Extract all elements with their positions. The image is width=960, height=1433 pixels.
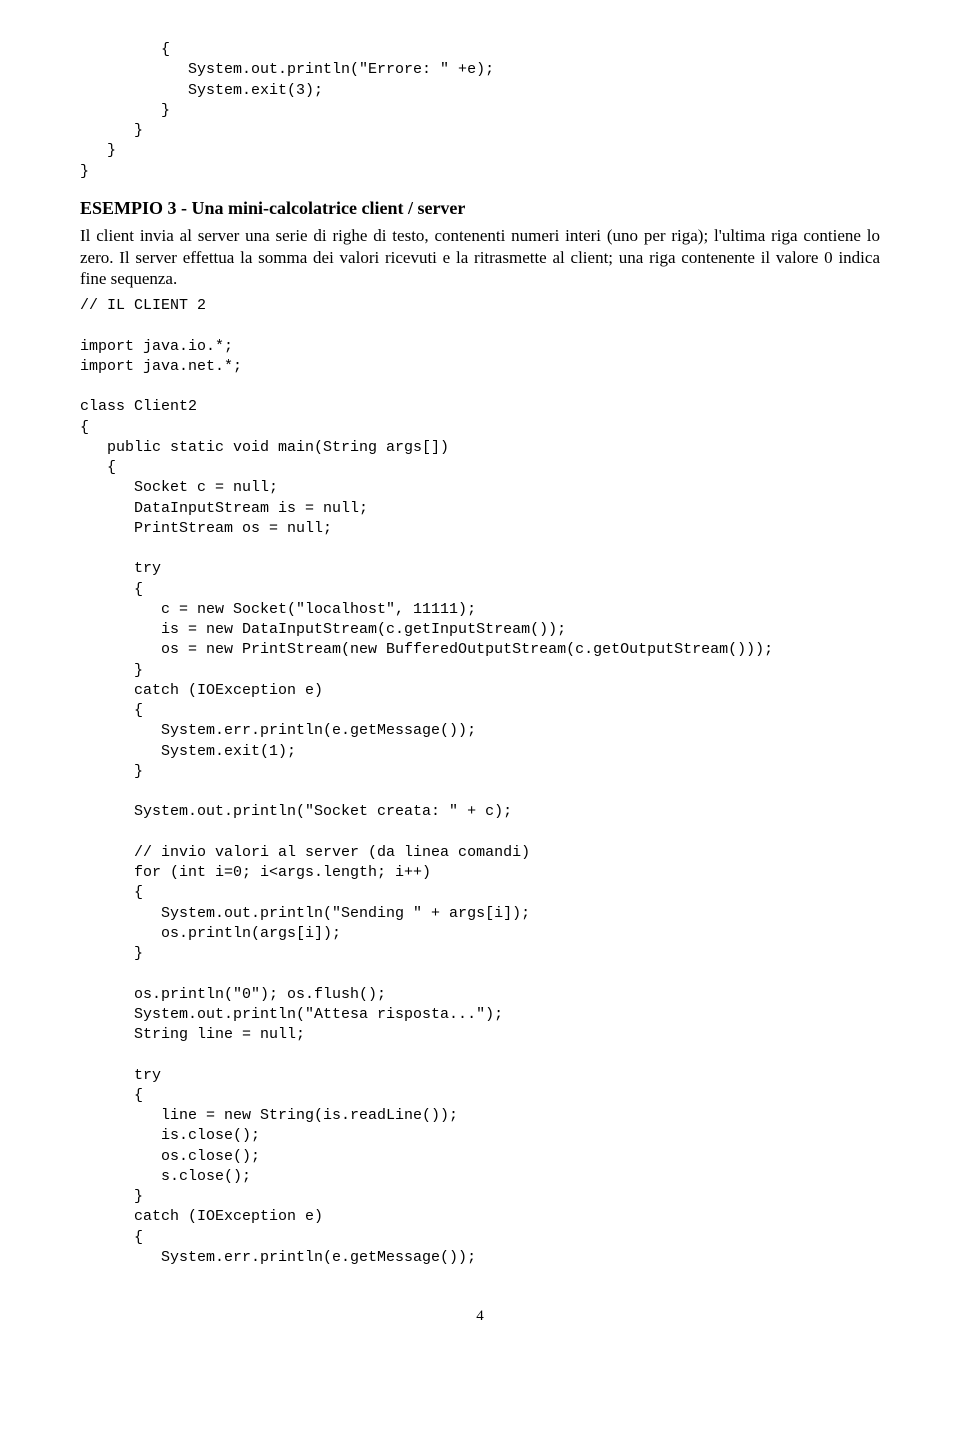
body-paragraph: Il client invia al server una serie di r… <box>80 225 880 290</box>
code-block-main: // IL CLIENT 2 import java.io.*; import … <box>80 296 880 1268</box>
page-number: 4 <box>80 1308 880 1325</box>
document-page: { System.out.println("Errore: " +e); Sys… <box>0 0 960 1365</box>
code-block-top: { System.out.println("Errore: " +e); Sys… <box>80 40 880 182</box>
section-heading: ESEMPIO 3 - Una mini-calcolatrice client… <box>80 198 880 219</box>
